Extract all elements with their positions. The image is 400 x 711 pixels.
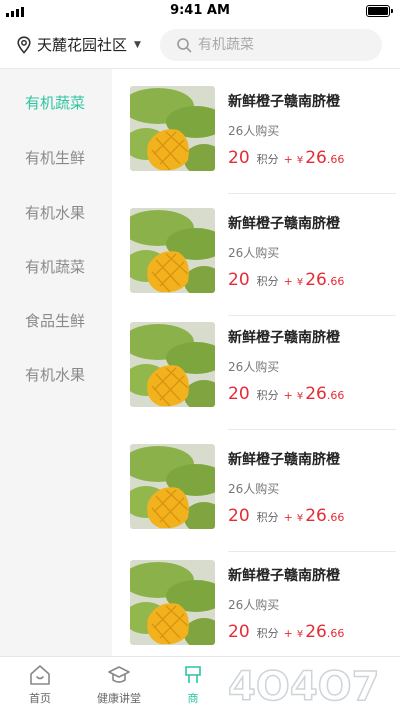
product-image xyxy=(130,208,215,293)
watermark-logo: 4O4O7 xyxy=(228,663,380,708)
price-decimal: .66 xyxy=(326,627,345,640)
price-plus: + xyxy=(283,275,293,288)
product-price: 20 积分 + ¥ 26 .66 xyxy=(228,506,344,526)
price-integer: 26 xyxy=(305,148,327,168)
product-name: 新鲜橙子赣南脐橙 xyxy=(228,568,340,584)
product-item[interactable]: 新鲜橙子赣南脐橙 26人购买 20 积分 + ¥ 26 .66 xyxy=(128,434,400,552)
price-currency: ¥ xyxy=(296,513,304,524)
product-image xyxy=(130,86,215,171)
sidebar-item-food-fresh[interactable]: 食品生鲜 xyxy=(25,310,85,331)
home-icon xyxy=(30,665,50,685)
product-price: 20 积分 + ¥ 26 .66 xyxy=(228,384,344,404)
product-image xyxy=(130,560,215,645)
product-name: 新鲜橙子赣南脐橙 xyxy=(228,216,340,232)
svg-text:4O4O7: 4O4O7 xyxy=(228,664,380,708)
price-decimal: .66 xyxy=(326,153,345,166)
product-item[interactable]: 新鲜橙子赣南脐橙 26人购买 20 积分 + ¥ 26 .66 xyxy=(128,550,400,668)
row-divider xyxy=(228,193,396,194)
product-name: 新鲜橙子赣南脐橙 xyxy=(228,452,340,468)
price-points-label: 积分 xyxy=(256,275,279,288)
location-pin-icon xyxy=(17,35,31,54)
tab-health-lecture[interactable]: 健康讲堂 xyxy=(79,657,159,711)
price-points-label: 积分 xyxy=(256,627,279,640)
product-name: 新鲜橙子赣南脐橙 xyxy=(228,94,340,110)
search-bar[interactable] xyxy=(160,29,382,61)
price-integer: 26 xyxy=(305,506,327,526)
tab-shop-label: 商 xyxy=(187,692,199,705)
status-bar: 9:41 AM xyxy=(0,0,400,22)
price-points-label: 积分 xyxy=(256,389,279,402)
product-sold-count: 26人购买 xyxy=(228,246,280,260)
price-plus: + xyxy=(283,153,293,166)
tab-health-lecture-label: 健康讲堂 xyxy=(97,692,141,705)
price-integer: 26 xyxy=(305,270,327,290)
category-sidebar: 有机蔬菜 有机生鲜 有机水果 有机蔬菜 食品生鲜 有机水果 xyxy=(0,69,112,656)
product-sold-count: 26人购买 xyxy=(228,598,280,612)
sidebar-item-organic-fresh[interactable]: 有机生鲜 xyxy=(25,147,85,168)
top-bar: 天麓花园社区 ▼ xyxy=(0,26,400,64)
row-divider xyxy=(228,429,396,430)
price-currency: ¥ xyxy=(296,155,304,166)
product-item[interactable]: 新鲜橙子赣南脐橙 26人购买 20 积分 + ¥ 26 .66 xyxy=(128,76,400,194)
product-price: 20 积分 + ¥ 26 .66 xyxy=(228,148,344,168)
sidebar-item-organic-fruit-2[interactable]: 有机水果 xyxy=(25,364,85,385)
location-label: 天麓花园社区 xyxy=(37,36,128,54)
price-currency: ¥ xyxy=(296,629,304,640)
location-selector[interactable]: 天麓花园社区 ▼ xyxy=(16,34,141,55)
price-points: 20 xyxy=(228,506,250,526)
battery-icon xyxy=(366,5,393,17)
price-points: 20 xyxy=(228,384,250,404)
sidebar-item-organic-vegetables-2[interactable]: 有机蔬菜 xyxy=(25,256,85,277)
product-item[interactable]: 新鲜橙子赣南脐橙 26人购买 20 积分 + ¥ 26 .66 xyxy=(128,312,400,430)
product-item[interactable]: 新鲜橙子赣南脐橙 26人购买 20 积分 + ¥ 26 .66 xyxy=(128,198,400,316)
status-time: 9:41 AM xyxy=(170,3,230,18)
product-price: 20 积分 + ¥ 26 .66 xyxy=(228,622,344,642)
tab-home[interactable]: 首页 xyxy=(0,657,80,711)
price-integer: 26 xyxy=(305,384,327,404)
sidebar-item-organic-vegetables[interactable]: 有机蔬菜 xyxy=(25,92,85,113)
product-sold-count: 26人购买 xyxy=(228,360,280,374)
product-sold-count: 26人购买 xyxy=(228,482,280,496)
price-currency: ¥ xyxy=(296,391,304,402)
price-plus: + xyxy=(283,389,293,402)
search-input[interactable] xyxy=(198,37,368,53)
price-integer: 26 xyxy=(305,622,327,642)
price-points: 20 xyxy=(228,622,250,642)
price-decimal: .66 xyxy=(326,389,345,402)
caret-down-icon: ▼ xyxy=(134,39,141,50)
price-decimal: .66 xyxy=(326,511,345,524)
graduation-cap-icon xyxy=(108,666,130,683)
search-icon xyxy=(177,38,192,53)
sidebar-item-organic-fruit[interactable]: 有机水果 xyxy=(25,202,85,223)
product-image xyxy=(130,444,215,529)
price-plus: + xyxy=(283,511,293,524)
price-points: 20 xyxy=(228,270,250,290)
price-points-label: 积分 xyxy=(256,511,279,524)
tab-home-label: 首页 xyxy=(29,692,51,705)
tab-shop[interactable]: 商 xyxy=(153,657,233,711)
price-currency: ¥ xyxy=(296,277,304,288)
price-decimal: .66 xyxy=(326,275,345,288)
product-sold-count: 26人购买 xyxy=(228,124,280,138)
price-points-label: 积分 xyxy=(256,153,279,166)
shop-icon xyxy=(185,666,201,683)
price-plus: + xyxy=(283,627,293,640)
product-name: 新鲜橙子赣南脐橙 xyxy=(228,330,340,346)
product-price: 20 积分 + ¥ 26 .66 xyxy=(228,270,344,290)
product-image xyxy=(130,322,215,407)
price-points: 20 xyxy=(228,148,250,168)
